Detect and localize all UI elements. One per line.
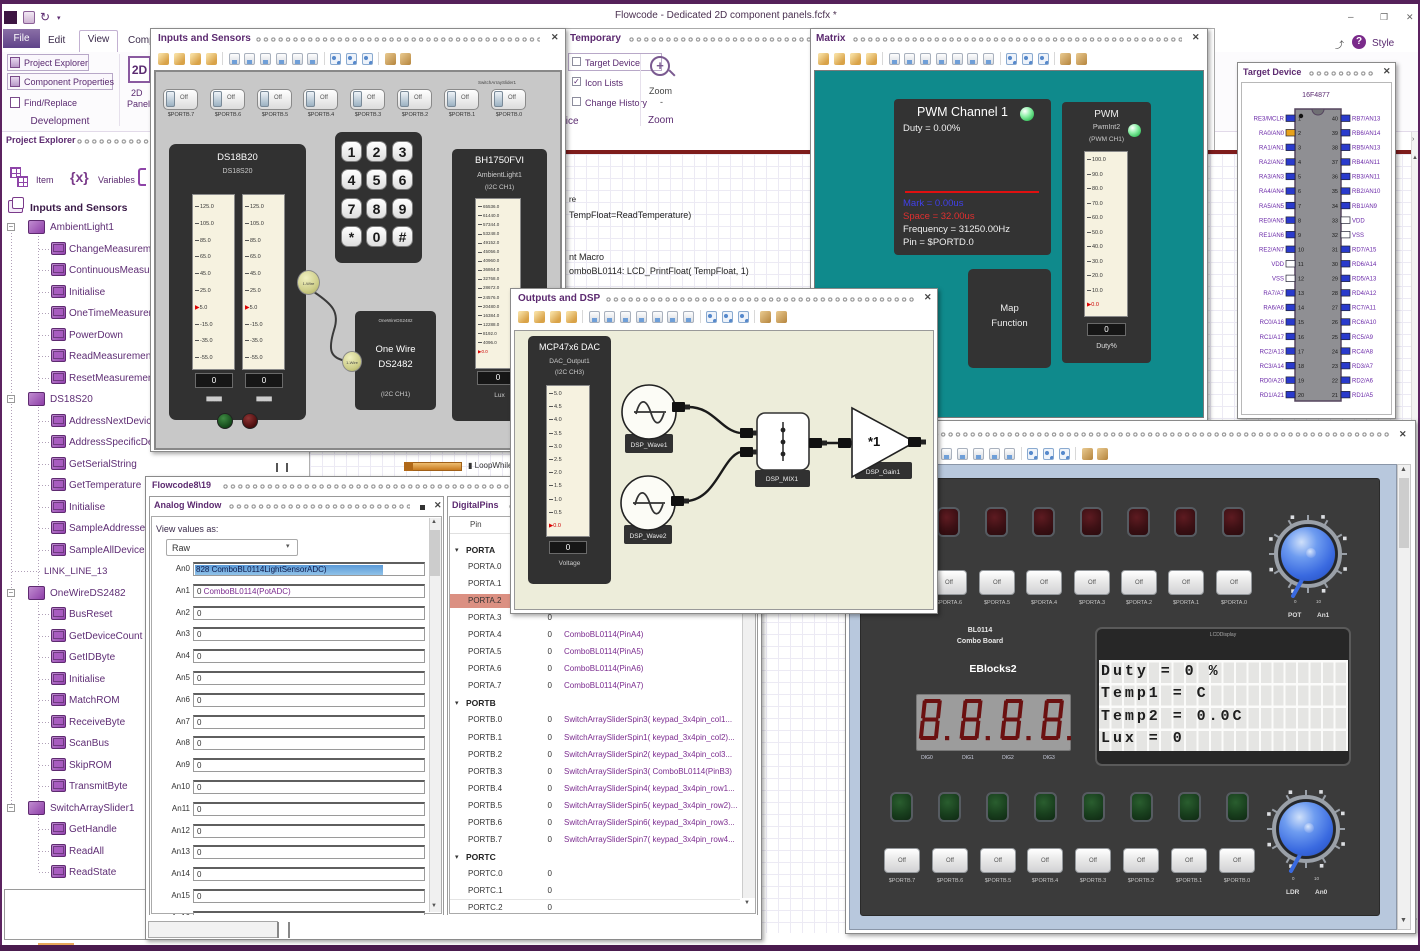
svg-text:20: 20 [1298,393,1304,399]
svg-text:21: 21 [1332,393,1338,399]
svg-text:6: 6 [1298,189,1301,195]
svg-text:12: 12 [1298,277,1304,283]
svg-text:RC6/A10: RC6/A10 [1352,320,1377,326]
svg-text:RE3/MCLR: RE3/MCLR [1254,117,1285,123]
svg-text:31: 31 [1332,248,1338,254]
svg-text:RB3/AN11: RB3/AN11 [1352,175,1381,181]
svg-text:16F4877: 16F4877 [1302,92,1330,99]
svg-text:RC3/A14: RC3/A14 [1260,364,1285,370]
svg-text:RC2/A13: RC2/A13 [1260,349,1285,355]
svg-text:RA1/AN1: RA1/AN1 [1259,146,1285,152]
svg-text:25: 25 [1332,335,1338,341]
svg-text:7: 7 [1298,204,1301,210]
svg-text:17: 17 [1298,349,1304,355]
svg-text:RE2/AN7: RE2/AN7 [1259,248,1285,254]
svg-text:DSP_Wave1: DSP_Wave1 [631,442,668,449]
svg-text:RA3/AN3: RA3/AN3 [1259,175,1285,181]
svg-text:13: 13 [1298,291,1304,297]
svg-text:38: 38 [1332,146,1338,152]
svg-text:10: 10 [1298,248,1304,254]
svg-text:27: 27 [1332,306,1338,312]
svg-text:36: 36 [1332,175,1338,181]
svg-text:1: 1 [1298,117,1301,123]
svg-text:RA4/AN4: RA4/AN4 [1259,189,1285,195]
svg-text:RB6/AN14: RB6/AN14 [1352,131,1381,137]
svg-text:18: 18 [1298,364,1304,370]
svg-text:40: 40 [1332,117,1338,123]
svg-text:RD0/A20: RD0/A20 [1260,378,1285,384]
svg-text:8: 8 [1298,218,1301,224]
svg-text:19: 19 [1298,378,1304,384]
svg-text:RD4/A12: RD4/A12 [1352,291,1377,297]
svg-text:28: 28 [1332,291,1338,297]
svg-text:DSP_Wave2: DSP_Wave2 [630,533,667,540]
svg-text:RC1/A17: RC1/A17 [1260,335,1285,341]
svg-text:VDD: VDD [1271,262,1284,268]
svg-text:VSS: VSS [1352,233,1364,239]
svg-text:29: 29 [1332,277,1338,283]
svg-text:32: 32 [1332,233,1338,239]
svg-text:11: 11 [1298,262,1304,268]
svg-text:VSS: VSS [1272,277,1284,283]
svg-text:DSP_Gain1: DSP_Gain1 [866,469,901,476]
svg-text:RD1/A5: RD1/A5 [1352,393,1374,399]
svg-text:30: 30 [1332,262,1338,268]
svg-text:26: 26 [1332,320,1338,326]
svg-text:RD7/A15: RD7/A15 [1352,248,1377,254]
svg-text:24: 24 [1332,349,1338,355]
svg-text:RB2/AN10: RB2/AN10 [1352,189,1381,195]
svg-text:RB1/AN9: RB1/AN9 [1352,204,1378,210]
svg-text:RC7/A11: RC7/A11 [1352,306,1377,312]
svg-text:VDD: VDD [1352,218,1365,224]
svg-text:RB4/AN11: RB4/AN11 [1352,160,1381,166]
svg-text:35: 35 [1332,189,1338,195]
svg-text:RD3/A7: RD3/A7 [1352,364,1374,370]
svg-text:RB5/AN13: RB5/AN13 [1352,146,1381,152]
svg-text:RC4/A8: RC4/A8 [1352,349,1374,355]
svg-text:RD6/A14: RD6/A14 [1352,262,1377,268]
svg-text:RD1/A21: RD1/A21 [1260,393,1285,399]
svg-text:2: 2 [1298,131,1301,137]
svg-text:22: 22 [1332,378,1338,384]
svg-text:RB7/AN13: RB7/AN13 [1352,117,1381,123]
svg-text:15: 15 [1298,320,1304,326]
svg-text:RA7/A7: RA7/A7 [1263,291,1284,297]
svg-text:3: 3 [1298,146,1301,152]
svg-text:14: 14 [1298,306,1304,312]
svg-text:RE1/AN6: RE1/AN6 [1259,233,1285,239]
svg-text:RA5/AN5: RA5/AN5 [1259,204,1285,210]
svg-text:4: 4 [1298,160,1301,166]
svg-text:16: 16 [1298,335,1304,341]
svg-text:DSP_MIX1: DSP_MIX1 [766,476,799,483]
svg-text:RA6/A6: RA6/A6 [1263,306,1284,312]
svg-text:RD5/A13: RD5/A13 [1352,277,1377,283]
svg-text:RD2/A6: RD2/A6 [1352,378,1374,384]
svg-text:RA0/AN0: RA0/AN0 [1259,131,1285,137]
svg-text:5: 5 [1298,175,1301,181]
svg-text:RE0/AN5: RE0/AN5 [1259,218,1285,224]
svg-text:37: 37 [1332,160,1338,166]
svg-text:*1: *1 [868,434,880,449]
svg-text:33: 33 [1332,218,1338,224]
svg-text:RA2/AN2: RA2/AN2 [1259,160,1285,166]
svg-text:39: 39 [1332,131,1338,137]
svg-text:34: 34 [1332,204,1338,210]
svg-text:RC0/A16: RC0/A16 [1260,320,1285,326]
svg-text:9: 9 [1298,233,1301,239]
svg-text:23: 23 [1332,364,1338,370]
svg-text:RC5/A9: RC5/A9 [1352,335,1374,341]
